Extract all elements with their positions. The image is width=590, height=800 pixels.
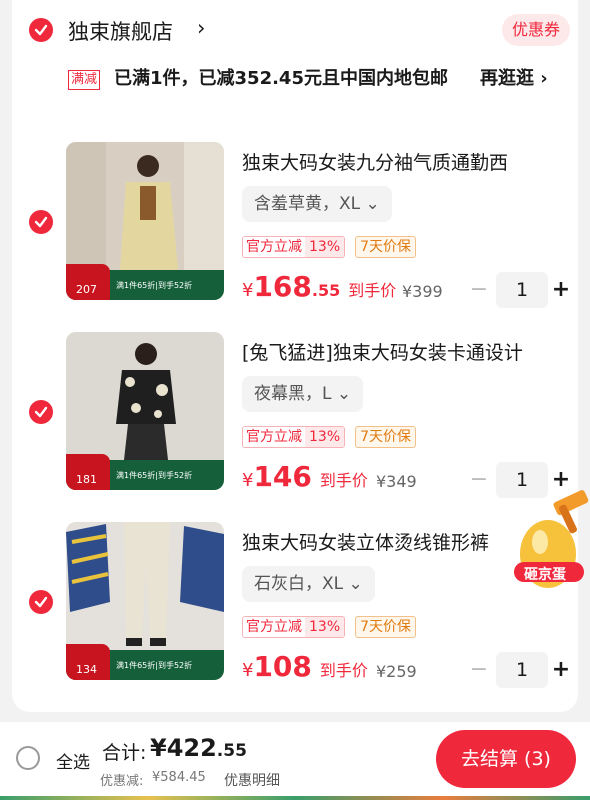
total-label: 合计: — [102, 742, 147, 764]
product-title[interactable]: 独束大码女装九分袖气质通勤西 — [242, 148, 572, 175]
minus-icon[interactable]: − — [468, 276, 490, 304]
product-title[interactable]: [兔飞猛进]独束大码女装卡通设计 — [242, 338, 572, 365]
shop-card: 独束旗舰店 › 优惠券 满减 已满1件，已减352.45元且中国内地包邮 再逛逛… — [12, 0, 578, 712]
shop-select-checkbox[interactable] — [29, 18, 53, 42]
badges: 官方立减 13% 7天价保 — [242, 616, 417, 638]
thumb-banner-text: 满1件65折|到手52折 — [116, 471, 193, 480]
badge-percent: 13% — [305, 427, 345, 447]
cart-item: 207 满1件65折|到手52折 独束大码女装九分袖气质通勤西 含羞草黄，XL … — [12, 142, 578, 322]
promo-text: 已满1件，已减352.45元且中国内地包邮 — [114, 68, 448, 89]
original-price: ¥399 — [402, 282, 443, 301]
quantity-stepper: − 1 + — [468, 652, 572, 688]
product-photo — [66, 142, 224, 270]
promo-tag: 满减 — [68, 70, 101, 90]
product-photo — [66, 522, 224, 650]
original-price: ¥349 — [376, 472, 417, 491]
total-value: ¥422.55 — [150, 734, 247, 762]
thumb-banner-text: 满1件65折|到手52折 — [116, 281, 193, 290]
plus-icon[interactable]: + — [550, 656, 572, 684]
product-title[interactable]: 独束大码女装立体烫线锥形裤 — [242, 528, 512, 555]
product-image[interactable]: 181 满1件65折|到手52折 — [66, 332, 224, 490]
shop-name[interactable]: 独束旗舰店 — [68, 16, 173, 46]
badge-label: 官方立减 — [243, 427, 305, 447]
select-all-checkbox[interactable] — [16, 746, 40, 770]
final-price: ¥108 到手价 — [242, 650, 368, 683]
item-select-checkbox[interactable] — [29, 210, 53, 234]
quantity-stepper: − 1 + — [468, 272, 572, 308]
discount-label: 优惠减: — [100, 774, 144, 789]
decorative-strip — [0, 796, 590, 800]
badge-percent: 13% — [305, 237, 345, 257]
thumb-price: 134 — [76, 663, 97, 676]
price-guarantee-badge: 7天价保 — [355, 236, 417, 258]
quantity-value[interactable]: 1 — [496, 272, 548, 308]
check-icon — [34, 596, 48, 608]
quantity-value[interactable]: 1 — [496, 652, 548, 688]
item-select-checkbox[interactable] — [29, 590, 53, 614]
badges: 官方立减 13% 7天价保 — [242, 236, 417, 258]
badges: 官方立减 13% 7天价保 — [242, 426, 417, 448]
original-price: ¥259 — [376, 662, 417, 681]
check-icon — [34, 216, 48, 228]
price-guarantee-badge: 7天价保 — [355, 616, 417, 638]
discount-value: ¥584.45 — [152, 770, 206, 785]
cart-item: 134 满1件65折|到手52折 独束大码女装立体烫线锥形裤 石灰白，XL ⌄ … — [12, 522, 578, 702]
thumb-price: 207 — [76, 283, 97, 296]
official-discount-badge: 官方立减 13% — [242, 426, 346, 448]
shop-header: 独束旗舰店 › 优惠券 — [12, 0, 578, 60]
final-price: ¥146 到手价 — [242, 460, 368, 493]
product-image[interactable]: 207 满1件65折|到手52折 — [66, 142, 224, 300]
variant-selector[interactable]: 夜幕黑，L ⌄ — [242, 376, 364, 412]
browse-more-link[interactable]: 再逛逛 › — [480, 67, 548, 91]
item-select-checkbox[interactable] — [29, 400, 53, 424]
golden-egg-widget[interactable]: 砸京蛋 — [510, 490, 590, 602]
check-icon — [34, 24, 48, 36]
official-discount-badge: 官方立减 13% — [242, 616, 346, 638]
official-discount-badge: 官方立减 13% — [242, 236, 346, 258]
minus-icon[interactable]: − — [468, 466, 490, 494]
minus-icon[interactable]: − — [468, 656, 490, 684]
product-photo — [66, 332, 224, 460]
golden-egg-icon — [514, 490, 589, 588]
golden-egg-label: 砸京蛋 — [524, 567, 566, 583]
chevron-right-icon[interactable]: › — [197, 16, 205, 40]
checkout-bar: 全选 合计: ¥422.55 优惠减: ¥584.45 优惠明细 去结算 (3) — [0, 722, 590, 800]
variant-selector[interactable]: 含羞草黄，XL ⌄ — [242, 186, 392, 222]
thumb-price: 181 — [76, 473, 97, 486]
discount-detail-link[interactable]: 优惠明细 — [224, 770, 280, 790]
check-icon — [34, 406, 48, 418]
badge-label: 官方立减 — [243, 617, 305, 637]
checkout-button[interactable]: 去结算 (3) — [436, 730, 576, 788]
price-guarantee-badge: 7天价保 — [355, 426, 417, 448]
cart-item: 181 满1件65折|到手52折 [兔飞猛进]独束大码女装卡通设计 夜幕黑，L … — [12, 332, 578, 512]
plus-icon[interactable]: + — [550, 276, 572, 304]
product-image[interactable]: 134 满1件65折|到手52折 — [66, 522, 224, 680]
final-price: ¥168.55 到手价 — [242, 270, 397, 303]
thumb-banner-text: 满1件65折|到手52折 — [116, 661, 193, 670]
select-all-label[interactable]: 全选 — [56, 748, 90, 773]
coupon-button[interactable]: 优惠券 — [501, 14, 570, 46]
badge-label: 官方立减 — [243, 237, 305, 257]
badge-percent: 13% — [305, 617, 345, 637]
variant-selector[interactable]: 石灰白，XL ⌄ — [242, 566, 375, 602]
